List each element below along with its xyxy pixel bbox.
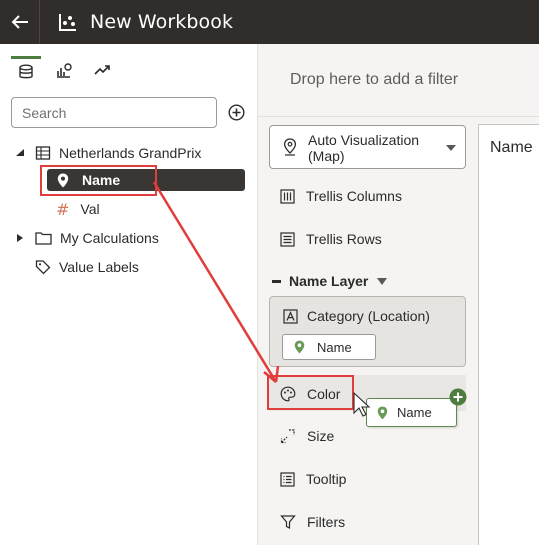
location-pin-icon [377, 406, 388, 419]
layer-dash-icon [272, 279, 281, 283]
add-circle-icon[interactable] [228, 104, 245, 121]
viz-type-select[interactable]: Auto Visualization (Map) [269, 125, 466, 169]
folder-icon [35, 232, 52, 245]
dataset-icon [35, 146, 51, 160]
caret-right-icon[interactable] [15, 233, 25, 243]
tooltip-row[interactable]: Tooltip [280, 468, 346, 490]
highlight-box-target [267, 375, 354, 410]
chevron-down-icon [446, 145, 456, 151]
tree-item-my-calculations[interactable]: My Calculations [15, 226, 159, 250]
tree-item-label: Value Labels [59, 259, 139, 275]
category-label: Category (Location) [307, 308, 430, 324]
trellis-rows-icon [280, 231, 295, 247]
trellis-columns-icon [280, 188, 295, 204]
back-button[interactable] [0, 0, 40, 44]
trellis-columns-row[interactable]: Trellis Columns [280, 185, 402, 207]
tab-data[interactable] [11, 56, 41, 84]
top-bar: New Workbook [0, 0, 539, 44]
category-drop-zone[interactable]: Category (Location) Name [269, 296, 466, 367]
tab-analytics[interactable] [87, 56, 117, 84]
dataset-label: Netherlands GrandPrix [59, 145, 202, 161]
trellis-columns-label: Trellis Columns [306, 188, 402, 204]
size-icon [280, 429, 295, 444]
tooltip-label: Tooltip [306, 471, 347, 487]
filters-row[interactable]: Filters [280, 511, 345, 533]
filter-drop-zone[interactable]: Drop here to add a filter [290, 71, 458, 89]
name-layer-header[interactable]: Name Layer [272, 270, 388, 292]
search-input[interactable] [11, 97, 217, 128]
tab-visualizations[interactable] [49, 56, 79, 84]
highlight-box-source [40, 165, 157, 196]
data-panel: Netherlands GrandPrix Name # Val My Calc… [0, 44, 258, 545]
size-label: Size [307, 428, 335, 444]
tree-item-label: Val [80, 201, 100, 217]
drag-pill-label: Name [397, 405, 432, 420]
tree-item-label: My Calculations [60, 230, 159, 246]
database-icon [19, 64, 33, 78]
tree-item-val[interactable]: # Val [56, 197, 100, 221]
visualizations-icon [57, 63, 72, 78]
map-pin-icon [283, 138, 297, 156]
category-text-icon [283, 309, 298, 324]
viz-canvas[interactable]: Name [478, 124, 539, 545]
trellis-rows-row[interactable]: Trellis Rows [280, 228, 382, 250]
filter-icon [280, 515, 296, 529]
workbook-title: New Workbook [90, 11, 234, 33]
trellis-rows-label: Trellis Rows [306, 231, 382, 247]
tag-icon [35, 260, 51, 275]
add-plus-icon [449, 388, 467, 406]
arrow-left-icon [11, 15, 28, 29]
hash-icon: # [56, 199, 70, 219]
pill-label: Name [317, 339, 352, 355]
tooltip-icon [280, 471, 295, 487]
workbook-chart-icon [59, 14, 76, 31]
drag-ghost-pill: Name [366, 398, 457, 427]
caret-down-icon[interactable] [15, 148, 25, 158]
canvas-label: Name [490, 139, 533, 156]
size-row[interactable]: Size [280, 425, 334, 447]
caret-down-icon[interactable] [377, 277, 388, 285]
location-pin-icon [294, 340, 305, 354]
analytics-icon [94, 65, 110, 75]
tree-item-dataset[interactable]: Netherlands GrandPrix [15, 141, 201, 165]
viz-type-label: Auto Visualization (Map) [308, 132, 420, 164]
layer-label: Name Layer [289, 273, 369, 289]
filters-label: Filters [307, 514, 346, 530]
divider [258, 116, 539, 117]
tree-item-value-labels[interactable]: Value Labels [35, 255, 139, 279]
category-pill-name[interactable]: Name [282, 334, 376, 360]
